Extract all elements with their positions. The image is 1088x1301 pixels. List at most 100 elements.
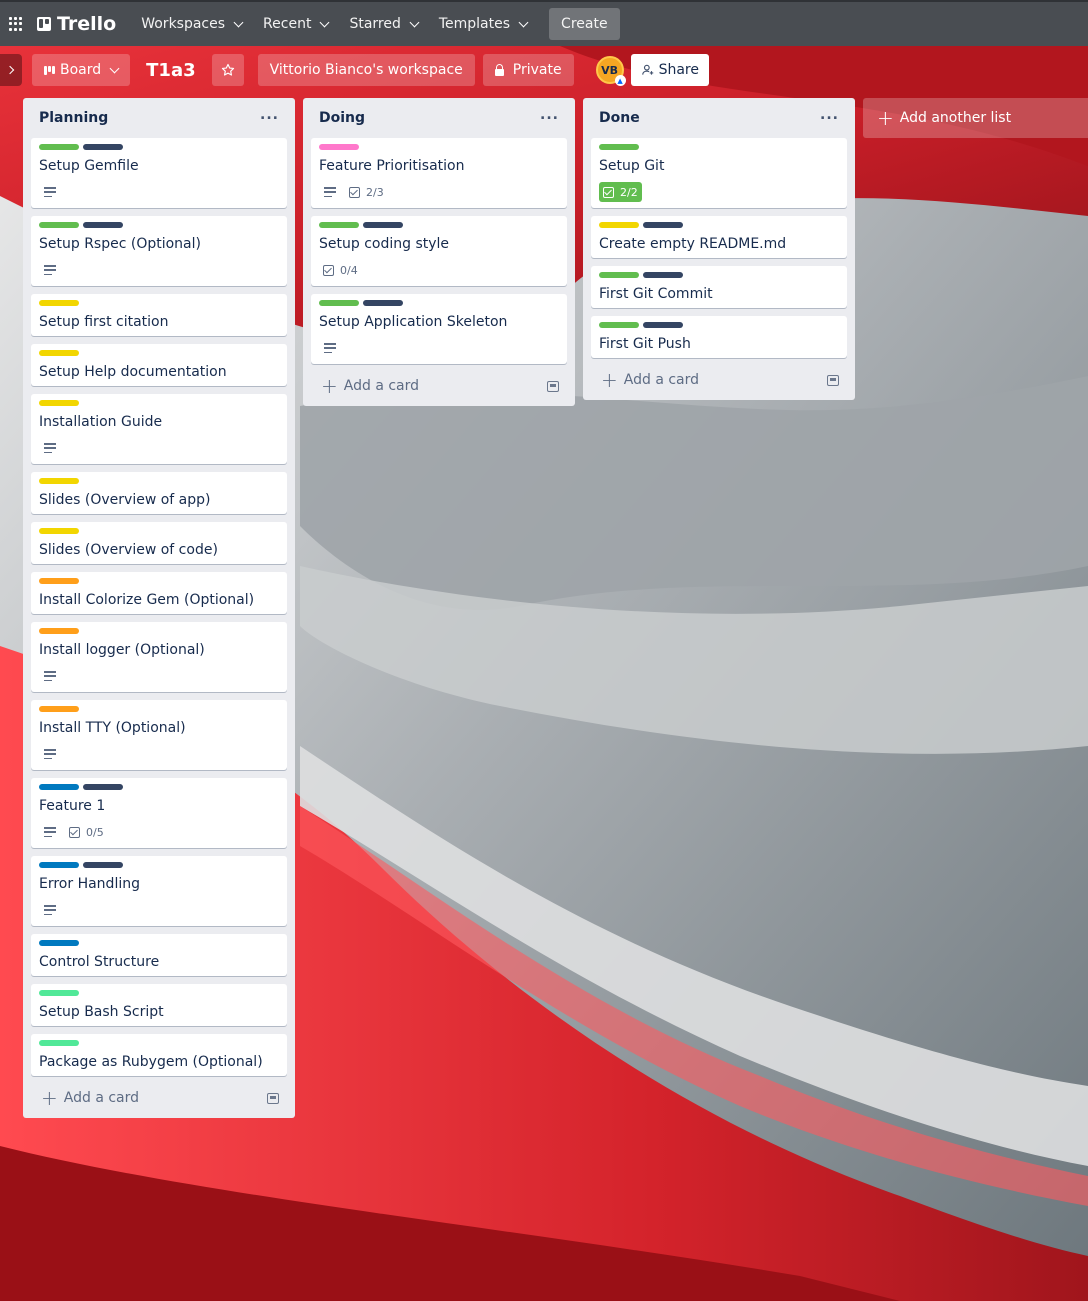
label-yellow[interactable] <box>39 478 79 484</box>
card-labels <box>39 528 279 534</box>
card-title: Install Colorize Gem (Optional) <box>39 592 255 608</box>
card[interactable]: Installation Guide <box>31 394 287 464</box>
label-yellow[interactable] <box>39 350 79 356</box>
card[interactable]: Setup Application Skeleton <box>311 294 567 364</box>
card[interactable]: Create empty README.md <box>591 216 847 258</box>
label-green[interactable] <box>319 300 359 306</box>
card[interactable]: Error Handling <box>31 856 287 926</box>
card[interactable]: First Git Commit <box>591 266 847 308</box>
card[interactable]: Setup Git 2/2 <box>591 138 847 208</box>
card-badges <box>39 900 279 920</box>
list-menu-icon[interactable]: ... <box>820 107 839 123</box>
app-switcher-icon[interactable] <box>9 17 23 31</box>
add-card-button[interactable]: + Add a card <box>31 1084 287 1112</box>
card[interactable]: Control Structure <box>31 934 287 976</box>
card-title: Feature 1 <box>39 798 106 814</box>
list-menu-icon[interactable]: ... <box>540 107 559 123</box>
card-template-icon[interactable] <box>267 1092 279 1104</box>
label-blue[interactable] <box>39 784 79 790</box>
card[interactable]: Slides (Overview of app) <box>31 472 287 514</box>
templates-menu[interactable]: Templates <box>430 8 536 40</box>
label-pink[interactable] <box>319 144 359 150</box>
avatar[interactable]: VB ▲ <box>595 56 626 86</box>
card-template-icon[interactable] <box>827 374 839 386</box>
card[interactable]: Install logger (Optional) <box>31 622 287 692</box>
card-template-icon[interactable] <box>547 380 559 392</box>
card[interactable]: Package as Rubygem (Optional) <box>31 1034 287 1076</box>
label-green[interactable] <box>599 322 639 328</box>
card-labels <box>599 222 839 228</box>
add-list-button[interactable]: + Add another list <box>863 98 1088 138</box>
card-labels <box>599 272 839 278</box>
label-navy[interactable] <box>83 784 123 790</box>
share-button[interactable]: Share <box>630 54 709 86</box>
label-orange[interactable] <box>39 578 79 584</box>
label-green[interactable] <box>599 144 639 150</box>
label-yellow[interactable] <box>599 222 639 228</box>
label-green[interactable] <box>599 272 639 278</box>
trello-logo[interactable]: Trello <box>37 13 116 35</box>
create-button[interactable]: Create <box>549 8 620 40</box>
label-blue[interactable] <box>39 940 79 946</box>
recent-menu[interactable]: Recent <box>254 8 337 40</box>
label-orange[interactable] <box>39 706 79 712</box>
label-yellow[interactable] <box>39 300 79 306</box>
label-navy[interactable] <box>83 222 123 228</box>
label-lime[interactable] <box>39 990 79 996</box>
starred-menu[interactable]: Starred <box>340 8 426 40</box>
label-green[interactable] <box>39 222 79 228</box>
label-blue[interactable] <box>39 862 79 868</box>
admin-badge-icon: ▲ <box>614 75 626 86</box>
sidebar-expand-button[interactable] <box>0 54 22 86</box>
checklist-icon <box>69 826 80 838</box>
label-yellow[interactable] <box>39 400 79 406</box>
card[interactable]: First Git Push <box>591 316 847 358</box>
card-labels <box>319 144 559 150</box>
card[interactable]: Feature Prioritisation 2/3 <box>311 138 567 208</box>
label-navy[interactable] <box>643 322 683 328</box>
board-view-switcher[interactable]: Board <box>32 54 131 86</box>
label-navy[interactable] <box>83 862 123 868</box>
card[interactable]: Setup Bash Script <box>31 984 287 1026</box>
add-card-left: + Add a card <box>601 370 699 390</box>
card[interactable]: Install TTY (Optional) <box>31 700 287 770</box>
label-yellow[interactable] <box>39 528 79 534</box>
star-icon <box>221 63 234 76</box>
label-navy[interactable] <box>363 300 403 306</box>
card-title: Error Handling <box>39 876 140 892</box>
card[interactable]: Feature 1 0/5 <box>31 778 287 848</box>
board-title[interactable]: T1a3 <box>130 60 209 81</box>
label-lime[interactable] <box>39 1040 79 1046</box>
label-green[interactable] <box>319 222 359 228</box>
label-green[interactable] <box>39 144 79 150</box>
card[interactable]: Setup coding style 0/4 <box>311 216 567 286</box>
card-labels <box>319 300 559 306</box>
list-title[interactable]: Done <box>599 110 640 126</box>
card[interactable]: Setup Rspec (Optional) <box>31 216 287 286</box>
star-board-button[interactable] <box>211 54 244 86</box>
label-orange[interactable] <box>39 628 79 634</box>
label-navy[interactable] <box>83 144 123 150</box>
list-title[interactable]: Planning <box>39 110 108 126</box>
add-card-button[interactable]: + Add a card <box>311 372 567 400</box>
workspace-button[interactable]: Vittorio Bianco's workspace <box>257 54 475 86</box>
card-title: Setup Git <box>599 158 665 174</box>
label-navy[interactable] <box>643 272 683 278</box>
card-labels <box>319 222 559 228</box>
card[interactable]: Setup first citation <box>31 294 287 336</box>
card[interactable]: Setup Gemfile <box>31 138 287 208</box>
card-title: Install TTY (Optional) <box>39 720 186 736</box>
list-menu-icon[interactable]: ... <box>260 107 279 123</box>
workspaces-menu[interactable]: Workspaces <box>132 8 251 40</box>
plus-icon: + <box>41 1086 58 1110</box>
list-title[interactable]: Doing <box>319 110 365 126</box>
card-title: Setup coding style <box>319 236 450 252</box>
label-navy[interactable] <box>643 222 683 228</box>
card[interactable]: Install Colorize Gem (Optional) <box>31 572 287 614</box>
card[interactable]: Setup Help documentation <box>31 344 287 386</box>
visibility-button[interactable]: Private <box>482 54 574 86</box>
card-badges: 2/3 <box>319 182 559 202</box>
label-navy[interactable] <box>363 222 403 228</box>
card[interactable]: Slides (Overview of code) <box>31 522 287 564</box>
add-card-button[interactable]: + Add a card <box>591 366 847 394</box>
